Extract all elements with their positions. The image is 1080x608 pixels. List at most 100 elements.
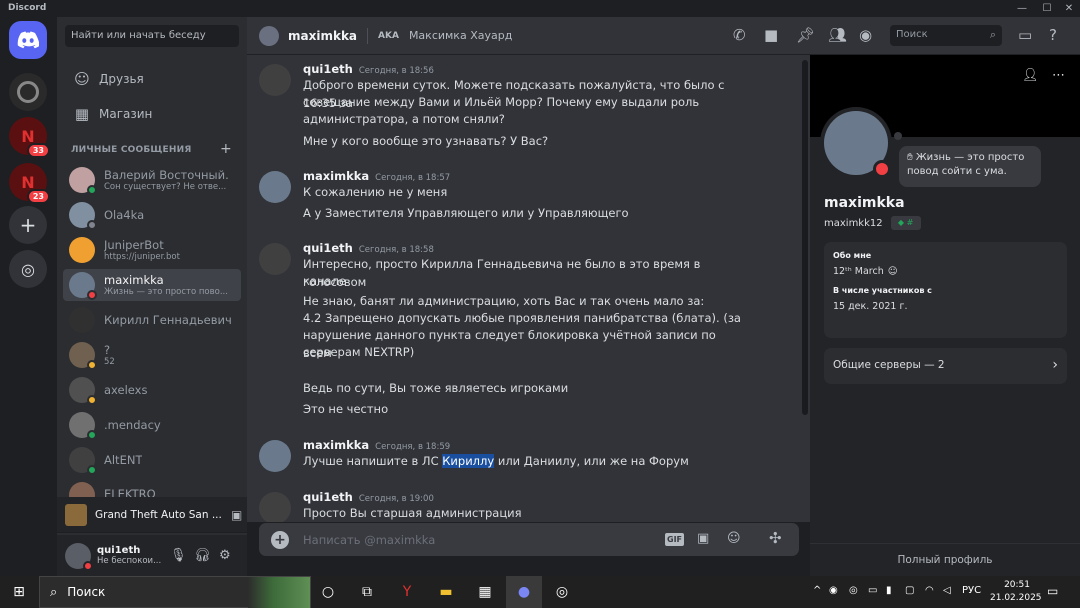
emoji-icon[interactable]: ☺ (727, 531, 741, 546)
discord-taskbar-icon[interactable]: ● (506, 576, 542, 608)
steam-icon[interactable]: ◎ (552, 582, 572, 602)
status-idle-icon (87, 395, 97, 405)
add-friend-icon[interactable]: 👤︎ (1022, 68, 1039, 83)
cortana-icon[interactable]: ○ (318, 582, 338, 602)
create-dm-icon[interactable]: + (220, 141, 232, 157)
attach-plus-icon[interactable]: + (271, 530, 289, 549)
dm-item[interactable]: axelexs (63, 374, 241, 406)
more-options-icon[interactable]: ⋯ (1052, 68, 1065, 83)
message-author[interactable]: qui1eth (303, 490, 353, 504)
user-status: Не беспокои... (97, 556, 162, 566)
explore-servers-button[interactable]: ◎ (9, 250, 47, 288)
dm-item[interactable]: ELEKTRO (63, 479, 241, 497)
header-search-input[interactable]: Поиск ⌕ (890, 25, 1002, 46)
status-idle-icon (87, 360, 97, 370)
message-avatar[interactable] (259, 64, 291, 96)
dm-search-input[interactable]: Найти или начать беседу (65, 25, 239, 47)
tray-display-icon[interactable]: ▢ (905, 585, 914, 596)
inbox-icon[interactable]: ▭ (1018, 26, 1032, 44)
message-author[interactable]: qui1eth (303, 241, 353, 255)
video-call-icon[interactable]: ■ (764, 26, 778, 44)
message-line: Просто Вы старшая администрация (303, 506, 522, 520)
message-line: А у Заместителя Управляющего или у Управ… (303, 206, 629, 220)
profile-avatar-image (824, 111, 891, 178)
full-profile-link[interactable]: Полный профиль (810, 543, 1080, 576)
dm-name: axelexs (104, 383, 148, 397)
yandex-browser-icon[interactable]: Y (397, 582, 417, 602)
message-avatar[interactable] (259, 243, 291, 275)
server-icon-2[interactable]: N 33 (9, 117, 50, 158)
sticker-icon[interactable]: ▣ (697, 531, 709, 546)
user-avatar[interactable] (65, 542, 93, 571)
language-indicator[interactable]: РУС (962, 585, 981, 596)
user-profile-icon[interactable]: ◉ (859, 26, 872, 44)
chevron-up-icon[interactable]: ^ (813, 585, 821, 596)
task-view-icon[interactable]: ⧉ (357, 582, 377, 602)
add-server-button[interactable]: + (9, 206, 47, 244)
apps-icon[interactable]: ✣ (769, 529, 782, 547)
headphones-icon[interactable]: 🎧︎ (194, 548, 211, 563)
home-button[interactable] (9, 21, 47, 59)
custom-status-bubble: ✋︎ Жизнь — это просто повод сойти с ума. (899, 146, 1041, 187)
dm-item[interactable]: .mendacy (63, 409, 241, 441)
dm-item[interactable]: ? 52 (63, 339, 241, 371)
tray-steam-icon[interactable]: ◎ (849, 585, 858, 596)
volume-icon[interactable]: ◁ (943, 585, 951, 596)
message-author[interactable]: maximkka (303, 438, 369, 452)
dm-item[interactable]: Кирилл Геннадьевич (63, 304, 241, 336)
about-text: 12ᵗʰ March (833, 266, 884, 277)
message-composer[interactable]: + Написать @maximkka GIF ▣ ☺ (259, 523, 799, 556)
dm-item-selected[interactable]: maximkka Жизнь — это просто пово... (63, 269, 241, 301)
chat-messages: qui1eth Сегодня, в 18:56 Доброго времени … (247, 55, 810, 522)
tray-discord-icon[interactable]: ◉ (829, 585, 838, 596)
profile-avatar[interactable] (820, 107, 892, 179)
about-section: Обо мне 12ᵗʰ March ☺ В числе участников с… (824, 242, 1067, 338)
dm-item[interactable]: Валерий Восточный. Сон существует? Не отв… (63, 164, 241, 196)
pin-icon[interactable]: 📌︎ (796, 26, 815, 44)
system-clock[interactable]: 20:51 21.02.2025 (990, 579, 1042, 605)
minimize-icon[interactable]: — (1011, 1, 1033, 16)
file-explorer-icon[interactable]: ▬ (436, 582, 456, 602)
notifications-icon[interactable]: ▭ (1047, 584, 1058, 598)
voice-call-icon[interactable]: ✆ (733, 26, 746, 44)
close-icon[interactable]: ✕ (1058, 1, 1080, 16)
avatar (69, 447, 97, 475)
user-panel: qui1eth Не беспокои... 🎙︎ 🎧︎ ⚙ (57, 535, 247, 576)
status-emoji-icon: ✋︎ (907, 152, 916, 163)
add-friends-icon[interactable]: 👥︎ (828, 26, 847, 44)
server-icon-1[interactable] (9, 73, 47, 111)
dm-sub: 52 (104, 357, 115, 367)
message-avatar[interactable] (259, 171, 291, 203)
message-avatar[interactable] (259, 440, 291, 472)
mutual-servers-button[interactable]: Общие серверы — 2 › (824, 348, 1067, 384)
tray-device-icon[interactable]: ▭ (868, 585, 877, 596)
message-author[interactable]: maximkka (303, 169, 369, 183)
microphone-icon[interactable]: 🎙︎ (170, 548, 187, 563)
dm-item[interactable]: JuniperBot https://juniper.bot (63, 234, 241, 266)
nav-shop[interactable]: ▦ Магазин (65, 99, 239, 129)
message-avatar[interactable] (259, 492, 291, 522)
server-avatar-icon (17, 81, 39, 103)
taskbar-search[interactable]: ⌕ Поиск (39, 576, 311, 608)
gear-icon[interactable]: ⚙ (219, 548, 231, 563)
windows-start-icon[interactable]: ⊞ (9, 582, 29, 602)
tray-mic-icon[interactable]: ▮ (886, 585, 892, 596)
dm-sub: https://juniper.bot (104, 252, 180, 262)
activity-panel[interactable]: Grand Theft Auto San ... ▣ (57, 497, 247, 533)
dm-item[interactable]: AltENT (63, 444, 241, 476)
stream-icon[interactable]: ▣ (231, 508, 242, 522)
dm-name: AltENT (104, 453, 143, 467)
chat-scrollbar[interactable] (802, 60, 808, 415)
badges-icon[interactable]: ◆ # (890, 216, 921, 230)
gif-icon[interactable]: GIF (665, 533, 685, 546)
store-icon[interactable]: ▦ (475, 582, 495, 602)
status-dnd-icon (873, 160, 891, 178)
maximize-icon[interactable]: ☐ (1036, 1, 1058, 16)
dm-item[interactable]: Ola4ka (63, 199, 241, 231)
nav-friends[interactable]: ☺ Друзья (65, 64, 239, 94)
wifi-icon[interactable]: ◠ (925, 585, 934, 596)
taskbar-search-label: Поиск (67, 585, 106, 599)
server-icon-3[interactable]: N 23 (9, 163, 50, 204)
message-author[interactable]: qui1eth (303, 62, 353, 76)
help-icon[interactable]: ? (1049, 26, 1057, 44)
